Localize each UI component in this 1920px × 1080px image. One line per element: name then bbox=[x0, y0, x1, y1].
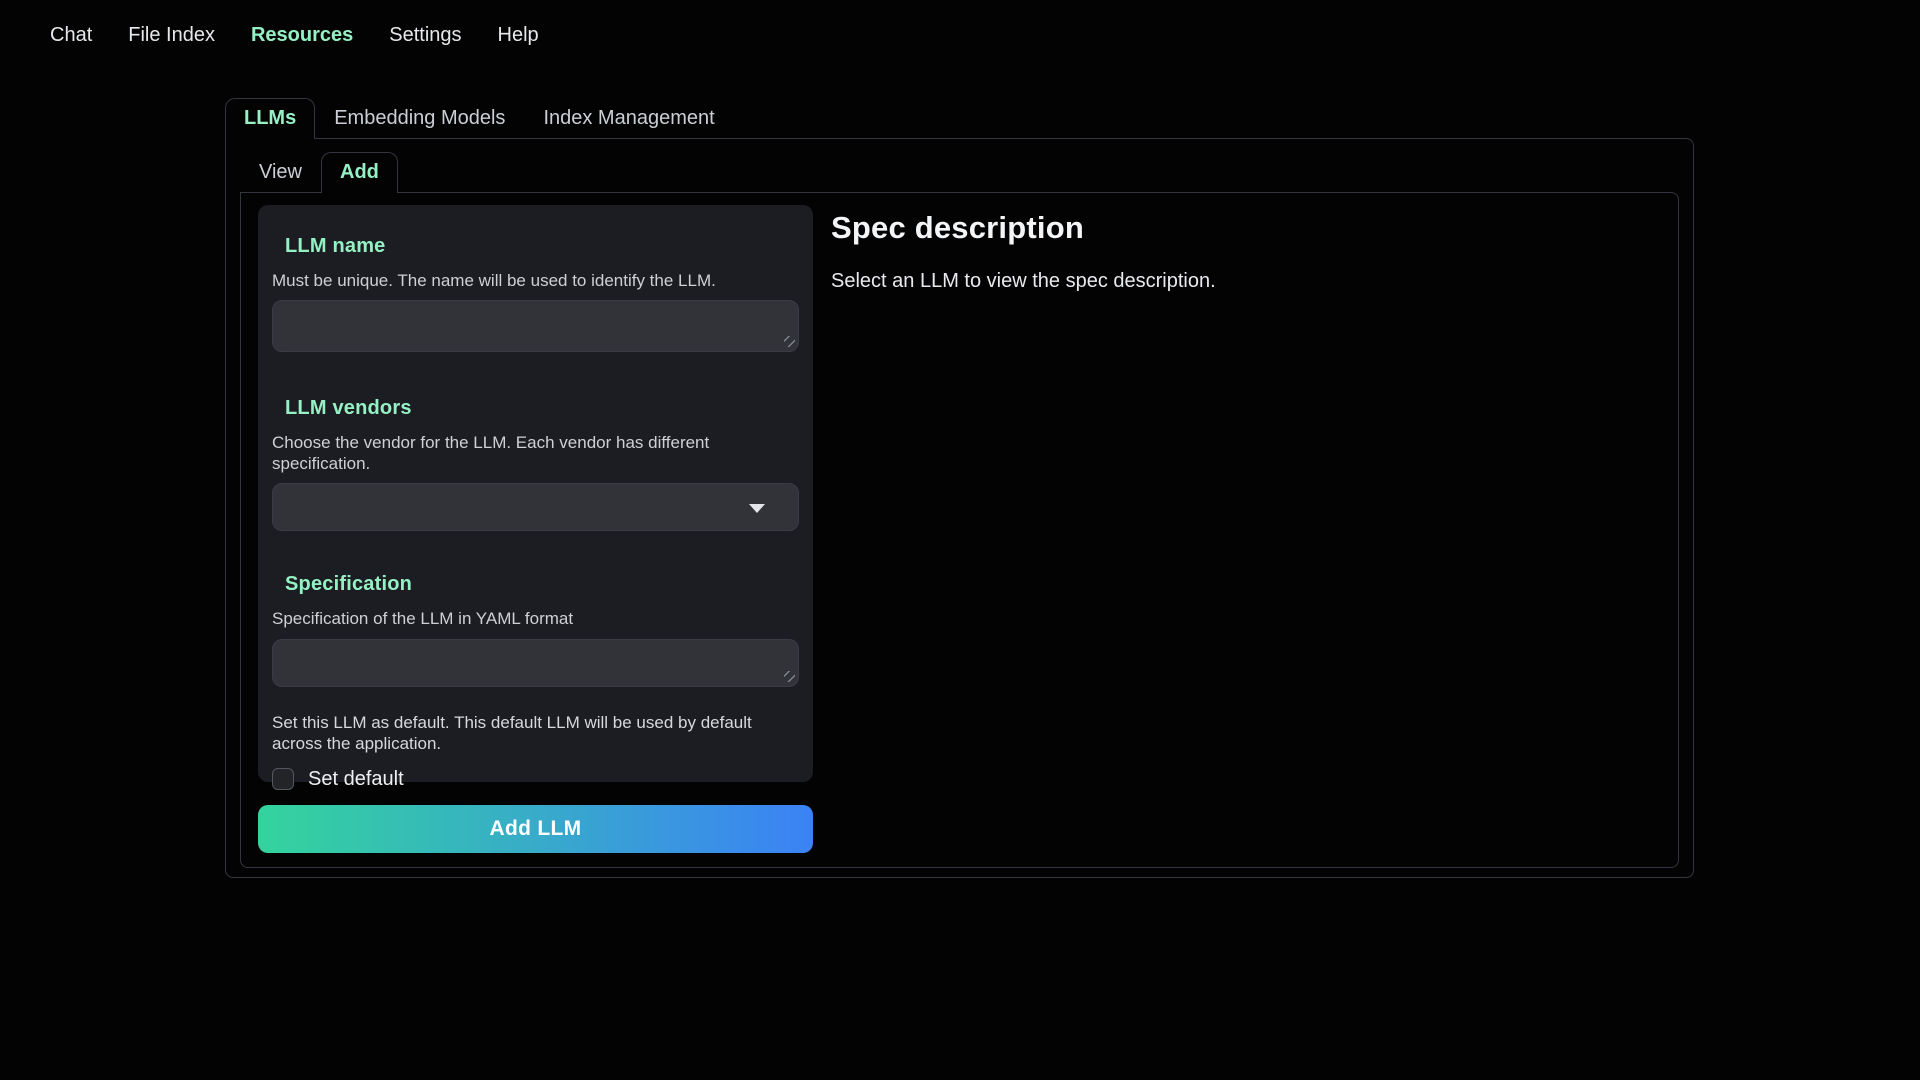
nav-item-resources[interactable]: Resources bbox=[251, 24, 353, 47]
llm-vendors-dropdown[interactable] bbox=[272, 483, 799, 531]
tab-embedding-models[interactable]: Embedding Models bbox=[315, 98, 524, 138]
spec-description-panel: Spec description Select an LLM to view t… bbox=[831, 205, 1662, 853]
llm-vendors-group: LLM vendors Choose the vendor for the LL… bbox=[272, 397, 799, 531]
top-navbar: Chat File Index Resources Settings Help bbox=[50, 24, 539, 47]
chevron-down-icon bbox=[749, 504, 765, 513]
add-llm-form-card: LLM name Must be unique. The name will b… bbox=[258, 205, 813, 782]
nav-item-file-index[interactable]: File Index bbox=[128, 24, 215, 47]
llm-name-input[interactable] bbox=[272, 300, 799, 352]
specification-label: Specification bbox=[285, 573, 799, 596]
set-default-checkbox-row[interactable]: Set default bbox=[272, 768, 799, 791]
set-default-checkbox[interactable] bbox=[272, 768, 294, 790]
nav-item-help[interactable]: Help bbox=[498, 24, 539, 47]
nav-item-chat[interactable]: Chat bbox=[50, 24, 92, 47]
resources-section: LLMs Embedding Models Index Management V… bbox=[225, 98, 1694, 878]
subtab-view[interactable]: View bbox=[240, 152, 321, 192]
llm-vendors-description: Choose the vendor for the LLM. Each vend… bbox=[272, 433, 799, 474]
llm-vendors-label: LLM vendors bbox=[285, 397, 799, 420]
add-llm-panel: LLM name Must be unique. The name will b… bbox=[240, 192, 1679, 868]
nav-item-settings[interactable]: Settings bbox=[389, 24, 461, 47]
add-llm-button[interactable]: Add LLM bbox=[258, 805, 813, 853]
llm-name-label: LLM name bbox=[285, 235, 799, 258]
add-llm-form-column: LLM name Must be unique. The name will b… bbox=[258, 205, 813, 853]
specification-group: Specification Specification of the LLM i… bbox=[272, 573, 799, 686]
llms-tab-panel: View Add LLM name Must be unique. The na… bbox=[225, 138, 1694, 878]
resources-tab-bar: LLMs Embedding Models Index Management bbox=[225, 98, 1694, 138]
specification-description: Specification of the LLM in YAML format bbox=[272, 609, 799, 629]
spec-description-title: Spec description bbox=[831, 210, 1662, 246]
tab-index-management[interactable]: Index Management bbox=[524, 98, 733, 138]
llm-name-description: Must be unique. The name will be used to… bbox=[272, 271, 799, 291]
subtab-add[interactable]: Add bbox=[321, 152, 398, 193]
spec-description-placeholder: Select an LLM to view the spec descripti… bbox=[831, 270, 1662, 293]
specification-input[interactable] bbox=[272, 639, 799, 687]
tab-llms[interactable]: LLMs bbox=[225, 98, 315, 139]
llms-subtab-bar: View Add bbox=[240, 152, 1679, 192]
llm-name-group: LLM name Must be unique. The name will b… bbox=[272, 235, 799, 352]
set-default-note: Set this LLM as default. This default LL… bbox=[272, 712, 799, 754]
set-default-label: Set default bbox=[308, 768, 404, 791]
